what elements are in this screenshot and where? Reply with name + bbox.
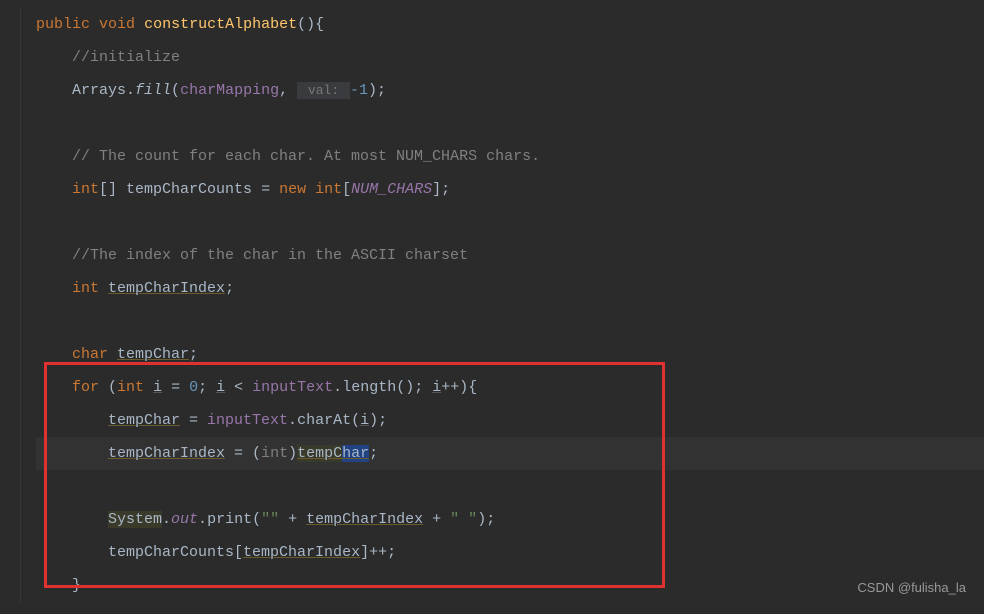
watermark-text: CSDN @fulisha_la: [857, 571, 966, 604]
var-ref: tempCharIndex: [306, 511, 423, 528]
static-field-ref: out: [171, 511, 198, 528]
var-ref: tempChar: [108, 412, 180, 429]
var-ref: tempCharIndex: [243, 544, 360, 561]
closing-brace: }: [72, 577, 81, 594]
method-call: length: [342, 379, 396, 396]
cursor-position: har: [342, 445, 369, 462]
method-call: charAt: [297, 412, 351, 429]
var-ref: tempCharIndex: [108, 445, 225, 462]
empty-line: [36, 305, 984, 338]
empty-line: [36, 107, 984, 140]
comment: // The count for each char. At most NUM_…: [72, 148, 540, 165]
method-call: print: [207, 511, 252, 528]
param-hint: val:: [297, 82, 350, 99]
keyword-public: public: [36, 16, 90, 33]
code-line: Arrays.fill(charMapping, val: -1);: [36, 74, 984, 107]
keyword-char: char: [72, 346, 108, 363]
static-method: fill: [135, 82, 171, 99]
var-decl: tempCharIndex: [108, 280, 225, 297]
code-editor[interactable]: public void constructAlphabet(){ //initi…: [0, 0, 984, 602]
keyword-new: new: [279, 181, 306, 198]
code-line: int tempCharIndex;: [36, 272, 984, 305]
code-line-active: tempCharIndex = (int)tempChar;: [36, 437, 984, 470]
comment: //initialize: [72, 49, 180, 66]
code-line: }: [36, 569, 984, 602]
empty-line: [36, 470, 984, 503]
field-ref: charMapping: [180, 82, 279, 99]
code-line: for (int i = 0; i < inputText.length(); …: [36, 371, 984, 404]
identifier-part: tempC: [297, 445, 342, 462]
code-line: tempChar = inputText.charAt(i);: [36, 404, 984, 437]
var-decl: tempCharCounts: [126, 181, 252, 198]
var-ref: tempCharCounts: [108, 544, 234, 561]
var-decl: tempChar: [117, 346, 189, 363]
parens: (){: [297, 16, 324, 33]
cast-type: int: [261, 445, 288, 462]
class-ref: System: [108, 511, 162, 528]
field-ref: inputText: [207, 412, 288, 429]
field-ref: inputText: [252, 379, 333, 396]
indent-guide: [20, 8, 21, 602]
number-literal: 0: [189, 379, 198, 396]
string-literal: "": [261, 511, 279, 528]
method-name: constructAlphabet: [144, 16, 297, 33]
string-literal: " ": [450, 511, 477, 528]
number-literal: 1: [359, 82, 368, 99]
code-line: // The count for each char. At most NUM_…: [36, 140, 984, 173]
keyword-void: void: [99, 16, 135, 33]
code-line: public void constructAlphabet(){: [36, 8, 984, 41]
keyword-int: int: [72, 280, 99, 297]
empty-line: [36, 206, 984, 239]
keyword-int: int: [72, 181, 99, 198]
comment: //The index of the char in the ASCII cha…: [72, 247, 468, 264]
code-line: //The index of the char in the ASCII cha…: [36, 239, 984, 272]
code-line: //initialize: [36, 41, 984, 74]
code-line: int[] tempCharCounts = new int[NUM_CHARS…: [36, 173, 984, 206]
code-line: tempCharCounts[tempCharIndex]++;: [36, 536, 984, 569]
var-i: i: [153, 379, 162, 396]
code-line: System.out.print("" + tempCharIndex + " …: [36, 503, 984, 536]
constant-ref: NUM_CHARS: [351, 181, 432, 198]
code-line: char tempChar;: [36, 338, 984, 371]
keyword-for: for: [72, 379, 99, 396]
class-ref: Arrays: [72, 82, 126, 99]
